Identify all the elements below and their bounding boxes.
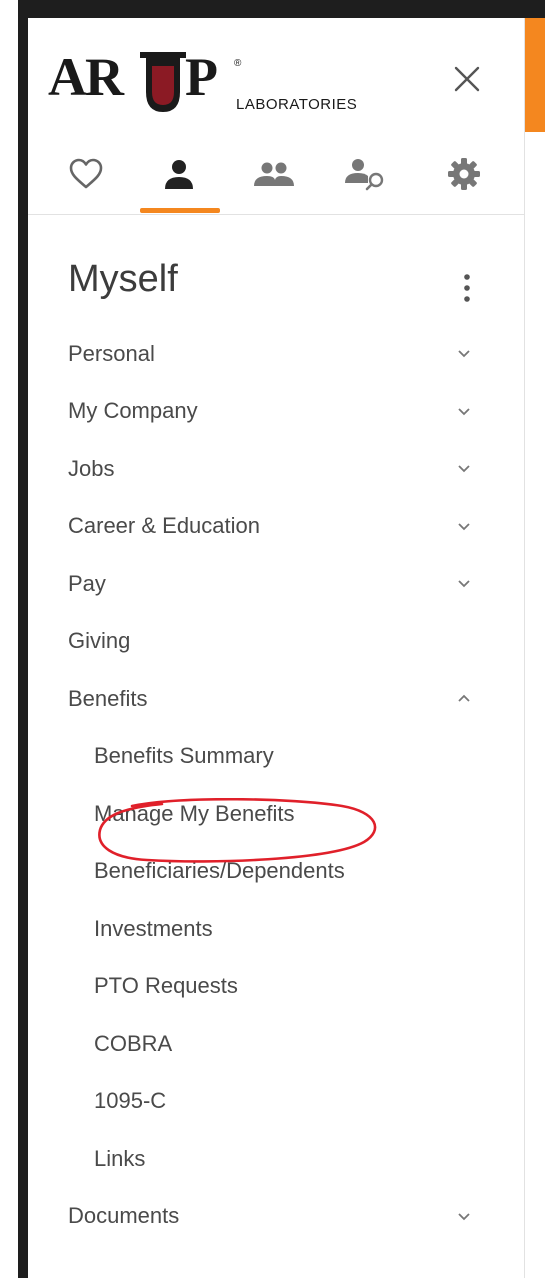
myself-menu: Personal My Company Jobs Career & Educat…	[28, 325, 524, 1245]
submenu-item-links[interactable]: Links	[28, 1130, 524, 1188]
heart-outline-icon	[69, 158, 103, 189]
tab-favorites[interactable]	[56, 148, 116, 200]
submenu-item-label: COBRA	[94, 1030, 173, 1056]
tab-settings[interactable]	[434, 148, 494, 200]
section-title: Myself	[68, 258, 178, 300]
menu-item-pay[interactable]: Pay	[28, 555, 524, 613]
person-search-icon	[345, 159, 384, 191]
menu-item-career-education[interactable]: Career & Education	[28, 498, 524, 556]
menu-item-label: Benefits	[68, 685, 148, 711]
active-tab-indicator	[140, 208, 220, 213]
menu-item-documents[interactable]: Documents	[28, 1188, 524, 1246]
close-icon	[454, 66, 480, 92]
chevron-up-icon	[458, 694, 470, 702]
chevron-down-icon	[458, 580, 470, 588]
tab-people-search[interactable]	[336, 148, 396, 200]
logo-text-p: P	[185, 47, 218, 107]
submenu-item-investments[interactable]: Investments	[28, 900, 524, 958]
menu-item-label: Documents	[68, 1203, 180, 1229]
submenu-item-label: Manage My Benefits	[94, 800, 295, 826]
navigation-panel: AR P ® LABORATORIES Myself Personal My C…	[28, 18, 525, 1278]
logo-subtitle: LABORATORIES	[236, 96, 358, 113]
submenu-item-manage-my-benefits[interactable]: Manage My Benefits	[28, 785, 524, 843]
submenu-item-pto-requests[interactable]: PTO Requests	[28, 958, 524, 1016]
chevron-down-icon	[458, 407, 470, 415]
more-options-button[interactable]	[452, 268, 482, 308]
window-frame-top	[18, 0, 545, 18]
nav-tab-bar	[28, 138, 524, 215]
chevron-down-icon	[458, 465, 470, 473]
menu-item-benefits[interactable]: Benefits	[28, 670, 524, 728]
chevron-down-icon	[458, 1212, 470, 1220]
menu-item-label: My Company	[68, 398, 198, 424]
submenu-item-label: Beneficiaries/Dependents	[94, 858, 345, 884]
main-content-edge	[525, 18, 545, 1278]
submenu-item-benefits-summary[interactable]: Benefits Summary	[28, 728, 524, 786]
tab-team[interactable]	[244, 148, 304, 200]
orange-header-accent	[525, 18, 545, 132]
submenu-item-beneficiaries-dependents[interactable]: Beneficiaries/Dependents	[28, 843, 524, 901]
menu-item-label: Personal	[68, 340, 155, 366]
menu-item-my-company[interactable]: My Company	[28, 383, 524, 441]
menu-item-label: Jobs	[68, 455, 115, 481]
submenu-item-label: Benefits Summary	[94, 743, 274, 769]
submenu-item-label: Investments	[94, 915, 213, 941]
menu-item-personal[interactable]: Personal	[28, 325, 524, 383]
chevron-down-icon	[458, 350, 470, 358]
person-icon	[165, 160, 193, 189]
logo-text-ar: AR	[48, 47, 124, 107]
arup-logo: AR P ® LABORATORIES	[48, 38, 358, 118]
menu-item-label: Giving	[68, 628, 131, 654]
tab-myself[interactable]	[149, 148, 209, 200]
menu-item-giving[interactable]: Giving	[28, 613, 524, 671]
people-icon	[254, 162, 294, 186]
gear-icon	[448, 158, 480, 190]
kebab-menu-icon	[464, 274, 470, 302]
submenu-item-label: PTO Requests	[94, 973, 238, 999]
submenu-item-1095-c[interactable]: 1095-C	[28, 1073, 524, 1131]
submenu-item-label: 1095-C	[94, 1088, 167, 1114]
close-button[interactable]	[452, 64, 482, 94]
submenu-item-label: Links	[94, 1145, 146, 1171]
chevron-down-icon	[458, 522, 470, 530]
menu-item-jobs[interactable]: Jobs	[28, 440, 524, 498]
menu-item-label: Career & Education	[68, 513, 260, 539]
menu-item-label: Pay	[68, 570, 106, 596]
registered-mark: ®	[234, 58, 242, 69]
window-frame-left	[0, 0, 28, 1278]
test-tube-logo-icon	[140, 52, 186, 112]
submenu-item-cobra[interactable]: COBRA	[28, 1015, 524, 1073]
